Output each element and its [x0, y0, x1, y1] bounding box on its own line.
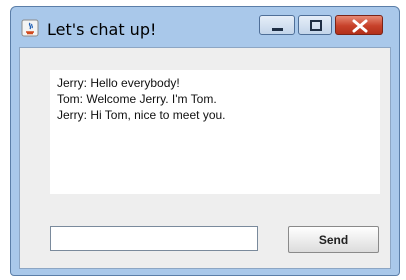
maximize-icon	[310, 20, 322, 31]
chat-message: Tom: Welcome Jerry. I'm Tom.	[57, 92, 217, 106]
minimize-button[interactable]	[259, 15, 295, 35]
chat-message: Jerry: Hi Tom, nice to meet you.	[57, 108, 226, 122]
maximize-button[interactable]	[298, 15, 332, 35]
close-button[interactable]	[335, 15, 383, 35]
window-title: Let's chat up!	[47, 20, 157, 39]
chat-message: Jerry: Hello everybody!	[57, 76, 180, 90]
close-icon	[352, 19, 368, 33]
title-bar[interactable]: Let's chat up!	[11, 7, 399, 47]
send-button[interactable]: Send	[288, 226, 379, 253]
minimize-icon	[272, 28, 283, 31]
java-app-icon	[21, 19, 39, 37]
message-input[interactable]	[50, 226, 258, 251]
chat-history[interactable]: Jerry: Hello everybody! Tom: Welcome Jer…	[50, 70, 380, 194]
chat-window: Let's chat up! Jerry: Hello everybody! T…	[10, 6, 400, 276]
content-pane: Jerry: Hello everybody! Tom: Welcome Jer…	[19, 47, 391, 269]
